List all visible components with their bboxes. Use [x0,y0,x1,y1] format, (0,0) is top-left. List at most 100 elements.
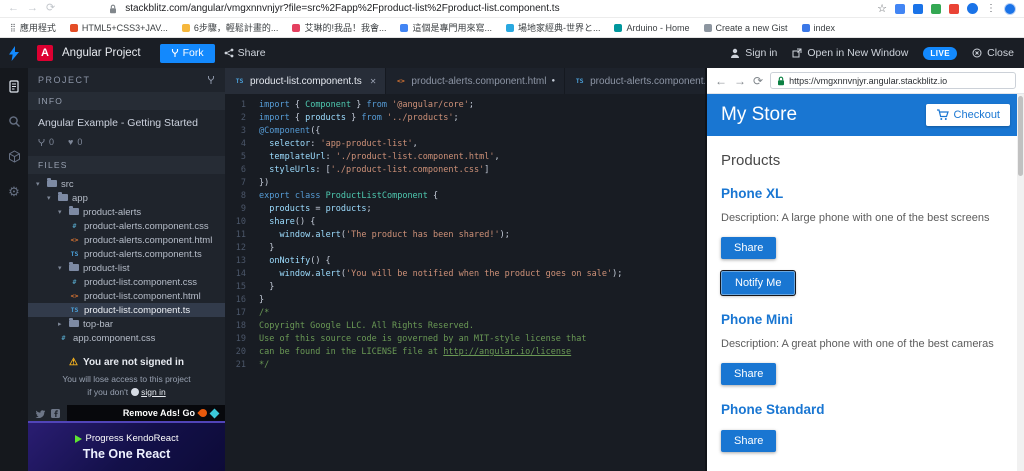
close-tab-icon[interactable]: ✕ [370,77,377,86]
file-item[interactable]: # app.component.css [28,331,225,345]
editor-tab[interactable]: <> product-alerts.component.html ● [386,68,566,94]
fork-button[interactable]: Fork [159,43,215,63]
file-item[interactable]: <> product-list.component.html [28,289,225,303]
file-item[interactable]: # product-list.component.css [28,275,225,289]
bookmark-favicon [69,23,78,32]
popout-icon [792,48,802,58]
share-header-button[interactable]: Share [224,47,266,59]
bookmark-item[interactable]: 場地家經典-世界と... [505,21,601,34]
facebook-icon[interactable] [51,408,60,418]
rocket-emoji-icon [197,407,209,419]
project-title: Angular Project [62,47,141,59]
preview-refresh-icon[interactable]: ⟳ [753,75,763,87]
twitter-icon[interactable] [35,409,45,418]
code-text: selector: 'app-product-list', [269,139,418,149]
browser-menu-icon[interactable]: ⋮ [986,3,996,14]
share-button[interactable]: Share [721,363,777,385]
back-icon[interactable]: ← [8,3,19,14]
forks-stat: 0 [38,137,54,147]
extension-icon[interactable] [931,3,941,14]
folder-item[interactable]: ▾ product-list [28,261,225,275]
bookmark-star-icon[interactable]: ☆ [877,2,887,15]
share-button[interactable]: Share [721,430,777,452]
chevron-icon: ▾ [58,265,62,272]
file-name: app.component.css [73,332,156,344]
bookmark-item[interactable]: 6步驟，輕鬆計畫的... [181,21,278,34]
file-name: top-bar [83,318,114,330]
file-item[interactable]: <> product-alerts.component.html [28,233,225,247]
preview-back-icon[interactable]: ← [715,75,727,87]
preview-scrollbar-thumb[interactable] [1018,96,1023,176]
folder-item[interactable]: ▾ product-alerts [28,205,225,219]
sidebar: PROJECT INFO Angular Example - Getting S… [28,68,225,471]
notify-me-button[interactable]: Notify Me [721,271,796,295]
preview-scrollbar[interactable] [1017,94,1024,471]
forward-icon[interactable]: → [27,3,38,14]
cast-icon[interactable] [895,3,905,14]
folder-item[interactable]: ▾ src [28,177,225,191]
likes-stat: ♥ 0 [68,137,83,147]
code-text: Copyright Google LLC. All Rights Reserve… [259,321,474,331]
file-name: product-alerts.component.html [84,234,213,246]
settings-icon[interactable]: ⚙ [8,185,20,198]
file-item[interactable]: TS product-alerts.component.ts [28,247,225,261]
refresh-icon[interactable]: ⟳ [46,3,55,14]
sign-in-button[interactable]: Sign in [730,47,777,59]
search-icon[interactable] [8,115,21,130]
product-name-link[interactable]: Phone Mini [721,312,1010,327]
open-new-window-button[interactable]: Open in New Window [792,47,908,59]
editor-tab[interactable]: TS product-list.component.ts ✕ [225,68,387,94]
avatar[interactable] [967,3,978,14]
folder-icon [58,192,68,201]
ts-file-icon: TS [70,250,79,258]
profile-icon[interactable] [1004,2,1016,15]
adblock-icon[interactable] [949,3,959,14]
file-item[interactable]: # product-alerts.component.css [28,219,225,233]
bookmark-item[interactable]: Create a new Gist [703,23,788,33]
bookmark-item[interactable]: HTML5+CSS3+JAV... [69,23,168,33]
translate-icon[interactable] [913,3,923,14]
file-item[interactable]: TS product-list.component.ts [28,303,225,317]
modified-dot: ● [551,78,556,84]
bookmark-item[interactable]: index [801,23,835,33]
sidebar-footer: Remove Ads! Go [28,405,225,421]
code-line: 3 @Component({ [225,125,705,138]
folder-item[interactable]: ▸ top-bar [28,317,225,331]
file-name: product-alerts.component.css [84,220,209,232]
preview-url-box[interactable]: https://vmgxnnvnjyr.angular.stackblitz.i… [770,72,1016,89]
folder-item[interactable]: ▾ app [28,191,225,205]
file-name: product-alerts.component.ts [84,248,202,260]
bookmark-item[interactable]: Arduino - Home [614,23,690,33]
tab-label: product-list.component.ts [250,75,362,87]
bookmark-favicon [801,23,810,32]
fork-project-icon[interactable] [207,75,215,85]
close-button[interactable]: Close [972,47,1014,59]
file-name: product-list [83,262,130,274]
bookmark-item[interactable]: ⣿ 應用程式 [10,21,56,34]
line-number: 11 [235,230,246,240]
stackblitz-logo-icon[interactable] [0,45,28,61]
sign-in-link[interactable]: sign in [141,387,166,397]
info-section-header[interactable]: INFO [28,92,225,110]
bookmark-item[interactable]: 這個是專門用來寫... [400,21,492,34]
project-files-icon[interactable] [8,80,20,95]
bookmark-item[interactable]: 艾琳的!我品！我會... [292,21,386,34]
product-name-link[interactable]: Phone Standard [721,402,1010,417]
checkout-button[interactable]: Checkout [925,104,1010,126]
bookmark-label: 場地家經典-世界と... [517,23,601,33]
preview-url-text: https://vmgxnnvnjyr.angular.stackblitz.i… [789,75,948,86]
deploy-icon[interactable] [8,150,21,165]
heart-icon: ♥ [68,137,74,147]
ad-banner[interactable]: Progress KendoReact The One React [28,421,225,471]
code-area[interactable]: 1 import { Component } from '@angular/cor… [225,94,705,471]
product-name-link[interactable]: Phone XL [721,186,1010,201]
store-title: My Store [721,104,798,125]
files-section-header[interactable]: FILES [28,156,225,174]
remove-ads-button[interactable]: Remove Ads! Go [67,405,225,421]
code-text: window.alert('You will be notified when … [279,269,623,279]
css-file-icon: # [61,334,66,342]
share-button[interactable]: Share [721,237,777,259]
css-file-icon: # [72,278,77,286]
url-text[interactable]: stackblitz.com/angular/vmgxnnvnjyr?file=… [125,3,869,14]
preview-forward-icon[interactable]: → [734,75,746,87]
